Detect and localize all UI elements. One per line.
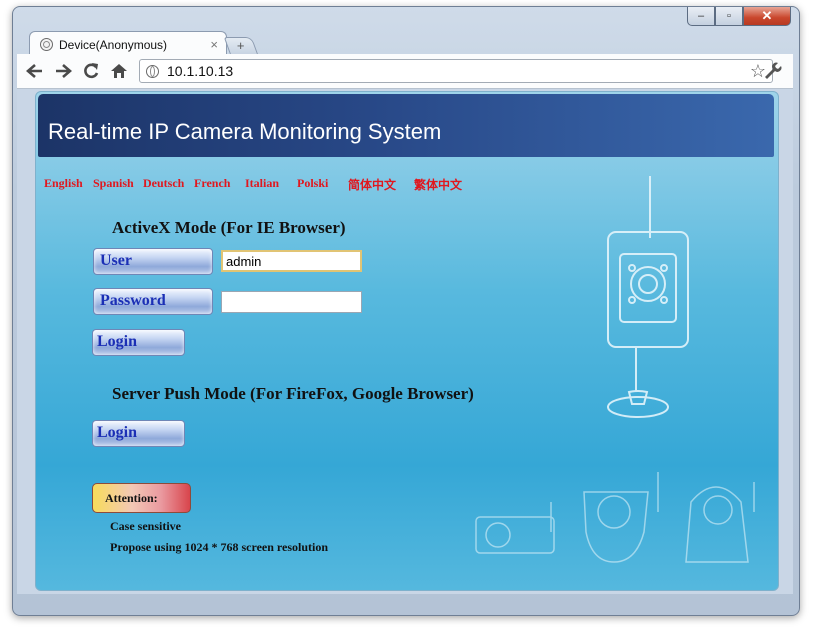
window-caption-buttons: – ▫ ✕	[687, 7, 791, 26]
activex-mode-title: ActiveX Mode (For IE Browser)	[112, 218, 346, 237]
server-push-mode-title: Server Push Mode (For FireFox, Google Br…	[112, 384, 474, 403]
address-bar[interactable]: 10.1.10.13 ☆	[139, 59, 773, 83]
camera-login-panel: Real-time IP Camera Monitoring System En…	[35, 91, 779, 591]
user-input[interactable]	[221, 250, 362, 272]
language-link-italian[interactable]: Italian	[245, 176, 279, 191]
back-button[interactable]	[23, 59, 47, 83]
page-viewport: Real-time IP Camera Monitoring System En…	[17, 89, 793, 594]
language-link-deutsch[interactable]: Deutsch	[143, 176, 184, 191]
plus-icon: +	[237, 38, 245, 53]
reload-icon	[84, 63, 99, 79]
maximize-button[interactable]: ▫	[715, 7, 743, 26]
globe-icon	[40, 38, 53, 51]
tab-title: Device(Anonymous)	[59, 37, 168, 52]
language-link-spanish[interactable]: Spanish	[93, 176, 134, 191]
new-tab-button[interactable]: +	[223, 37, 259, 55]
language-link-simplified-chinese[interactable]: 简体中文	[348, 176, 396, 193]
back-arrow-icon	[26, 64, 42, 78]
forward-button[interactable]	[51, 59, 75, 83]
password-input[interactable]	[221, 291, 362, 313]
browser-toolbar: 10.1.10.13 ☆	[17, 54, 793, 89]
tab-close-icon[interactable]: ×	[210, 37, 218, 52]
wrench-icon[interactable]	[761, 60, 783, 82]
note-case-sensitive: Case sensitive	[110, 519, 181, 533]
minimize-button[interactable]: –	[687, 7, 715, 26]
globe-icon	[146, 64, 159, 78]
home-icon	[111, 64, 127, 78]
language-link-english[interactable]: English	[44, 176, 83, 191]
attention-badge: Attention:	[92, 483, 191, 513]
activex-login-button[interactable]: Login	[92, 329, 185, 356]
url-text[interactable]: 10.1.10.13	[167, 63, 750, 79]
note-screen-resolution: Propose using 1024 * 768 screen resoluti…	[110, 540, 329, 554]
language-link-french[interactable]: French	[194, 176, 230, 191]
close-window-button[interactable]: ✕	[743, 7, 791, 26]
user-label: User	[93, 248, 213, 275]
forward-arrow-icon	[56, 64, 72, 78]
language-link-traditional-chinese[interactable]: 繁体中文	[414, 176, 462, 193]
password-label: Password	[93, 288, 213, 315]
home-button[interactable]	[107, 59, 131, 83]
reload-button[interactable]	[79, 59, 103, 83]
language-link-polski[interactable]: Polski	[297, 176, 328, 191]
server-push-login-button[interactable]: Login	[92, 420, 185, 447]
